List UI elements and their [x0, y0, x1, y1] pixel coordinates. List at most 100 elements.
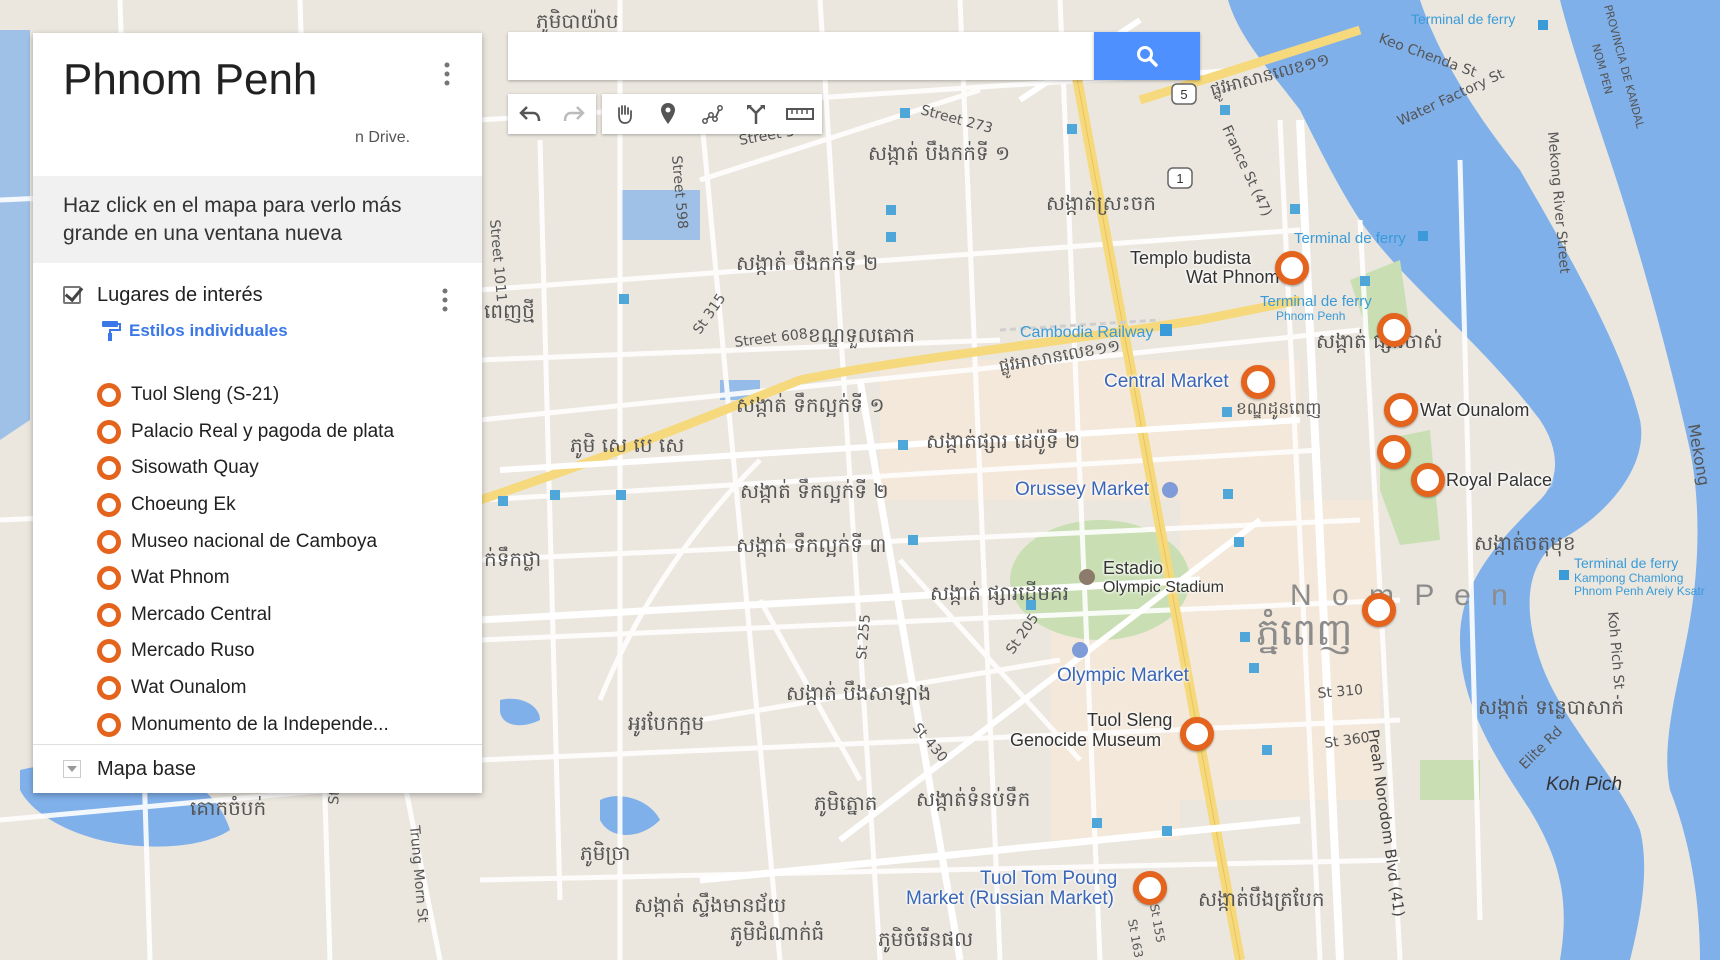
list-item[interactable]: Choeung Ek: [97, 487, 394, 524]
khmer-label-11: សង្កាត់ ទឹកល្អក់ទី ៣: [736, 532, 886, 557]
list-item[interactable]: Mercado Central: [97, 597, 394, 634]
ferry-pp-sub-label: Phnom Penh: [1276, 309, 1345, 323]
templo-label: Templo budista: [1130, 248, 1252, 268]
search-icon: [1137, 46, 1158, 67]
undo-redo-group: [508, 94, 596, 134]
khmer-label-26: ពេញថ្មី: [484, 298, 535, 323]
wat-phnom-map-label: Wat Phnom: [1186, 267, 1280, 287]
khmer-label-25: គោកចំបក់: [190, 795, 266, 820]
wat-ounalom-map-label: Wat Ounalom: [1420, 400, 1530, 420]
place-name: Choeung Ek: [131, 494, 236, 516]
pin-wat-ounalom[interactable]: [1384, 393, 1418, 427]
place-name: Monumento de la Independe...: [131, 713, 389, 735]
place-marker-icon: [97, 456, 121, 481]
genocide-museum-map-label: Genocide Museum: [1010, 730, 1162, 750]
khmer-label-5: ខណ្ឌទួលគោក: [808, 323, 915, 349]
map-description-box: Haz click en el mapa para verlo más gran…: [33, 176, 482, 263]
ferry-right-label: Terminal de ferry: [1574, 555, 1678, 571]
map-options-menu[interactable]: [441, 55, 453, 95]
directions-button[interactable]: [734, 94, 778, 134]
search-button[interactable]: [1094, 32, 1200, 80]
ruler-icon: [786, 108, 814, 120]
place-marker-icon: [97, 529, 121, 554]
list-item[interactable]: Monumento de la Independe...: [97, 706, 394, 743]
undo-button[interactable]: [508, 94, 552, 134]
pin-palacio-real[interactable]: [1411, 463, 1445, 497]
place-name: Palacio Real y pagoda de plata: [131, 420, 395, 442]
pin-sisowath-quay[interactable]: [1377, 313, 1411, 347]
ferry-right-sub2-label: Phnom Penh Areiy Ksatr: [1574, 584, 1705, 598]
pin-mercado-ruso[interactable]: [1133, 871, 1167, 905]
khmer-label-21: សង្កាត់បឹងត្របែក: [1198, 886, 1325, 911]
tuol-sleng-map-label: Tuol Sleng: [1087, 710, 1173, 730]
ferry-top-label: Terminal de ferry: [1411, 11, 1515, 27]
place-name: Mercado Central: [131, 603, 272, 625]
measure-button[interactable]: [778, 94, 822, 134]
place-name: Mercado Ruso: [131, 640, 255, 662]
khmer-label-1: ភូមិបាយ៉ាប: [536, 8, 619, 35]
list-item[interactable]: Palacio Real y pagoda de plata: [97, 414, 394, 451]
place-marker-icon: [97, 493, 121, 518]
pin-monumento[interactable]: [1362, 593, 1396, 627]
royal-palace-map-label: Royal Palace: [1446, 470, 1553, 490]
khmer-label-7: សង្កាត់ ទឹកល្អក់ទី ១: [736, 392, 884, 417]
tuol-tom-poung-map-label: Tuol Tom Poung: [980, 868, 1118, 889]
hand-icon: [618, 105, 632, 124]
route-5-label: 5: [1180, 87, 1187, 102]
basemap-toggle-row[interactable]: Mapa base: [63, 749, 196, 789]
orussey-market-icon: [1162, 482, 1178, 498]
layer-style-link[interactable]: Estilos individuales: [101, 316, 288, 346]
list-item[interactable]: Mercado Ruso: [97, 633, 394, 670]
basemap-expand-button[interactable]: [63, 760, 81, 778]
list-item[interactable]: Museo nacional de Camboya: [97, 523, 394, 560]
layer-visibility-checkbox[interactable]: [63, 286, 81, 304]
search-input[interactable]: [508, 32, 1094, 80]
map-subtitle: n Drive.: [355, 129, 411, 146]
paint-roller-icon: [102, 321, 121, 341]
khmer-label-23: សង្កាត់ចតុមុខ: [1474, 530, 1576, 557]
add-marker-button[interactable]: [646, 94, 690, 134]
pin-museo-nacional[interactable]: [1377, 435, 1411, 469]
pin-tuol-sleng[interactable]: [1180, 717, 1214, 751]
pin-central-market[interactable]: [1241, 365, 1275, 399]
khmer-label-27: ខណ្ឌដូនពេញ: [1236, 399, 1322, 420]
list-item[interactable]: Tuol Sleng (S-21): [97, 377, 394, 414]
draw-line-icon: [702, 105, 723, 124]
place-name: Wat Phnom: [131, 567, 230, 589]
redo-button[interactable]: [552, 94, 596, 134]
redo-icon: [563, 106, 585, 122]
map-legend-panel: Phnom Penh n Drive. Haz click en el mapa…: [33, 33, 482, 793]
layer-name: Lugares de interés: [97, 284, 263, 306]
place-name: Sisowath Quay: [131, 457, 259, 479]
layer-options-menu[interactable]: [439, 281, 451, 321]
place-marker-icon: [97, 419, 121, 444]
draw-line-button[interactable]: [690, 94, 734, 134]
khmer-label-20: ភូមិចំរើនផល: [878, 926, 973, 953]
undo-icon: [519, 106, 541, 122]
route-1-label: 1: [1176, 171, 1183, 186]
stadium-icon: [1079, 569, 1095, 585]
khmer-label-30: ក់ទឹកថ្លា: [484, 546, 541, 571]
koh-pich-label: Koh Pich: [1546, 774, 1622, 795]
cambodia-railway-label: Cambodia Railway: [1020, 324, 1153, 341]
olympic-market-map-label: Olympic Market: [1057, 665, 1189, 686]
khmer-label-12: សង្កាត់ ផ្សារដើមគរ: [930, 580, 1069, 605]
map-title: Phnom Penh: [63, 55, 318, 104]
place-marker-icon: [97, 383, 121, 408]
map-description: Haz click en el mapa para verlo más gran…: [63, 194, 402, 245]
list-item[interactable]: Sisowath Quay: [97, 450, 394, 487]
tools-group: [602, 94, 822, 134]
place-marker-icon: [97, 602, 121, 627]
khmer-label-18: សង្កាត់ ស្ទឹងមានជ័យ: [634, 892, 786, 917]
khmer-label-19: ភូមិជំណាក់ធំ: [730, 920, 824, 947]
russian-market-map-label: Market (Russian Market): [906, 888, 1114, 909]
pin-wat-phnom[interactable]: [1275, 251, 1309, 285]
city-name-khmer: ភ្នំពេញ: [1256, 608, 1352, 655]
khmer-label-15: ភូមិត្នោត: [814, 790, 877, 817]
list-item[interactable]: Wat Ounalom: [97, 670, 394, 707]
ferry-mid-label: Terminal de ferry: [1294, 230, 1406, 247]
orussey-market-map-label: Orussey Market: [1015, 479, 1150, 500]
place-marker-icon: [97, 639, 121, 664]
list-item[interactable]: Wat Phnom: [97, 560, 394, 597]
select-hand-button[interactable]: [602, 94, 646, 134]
